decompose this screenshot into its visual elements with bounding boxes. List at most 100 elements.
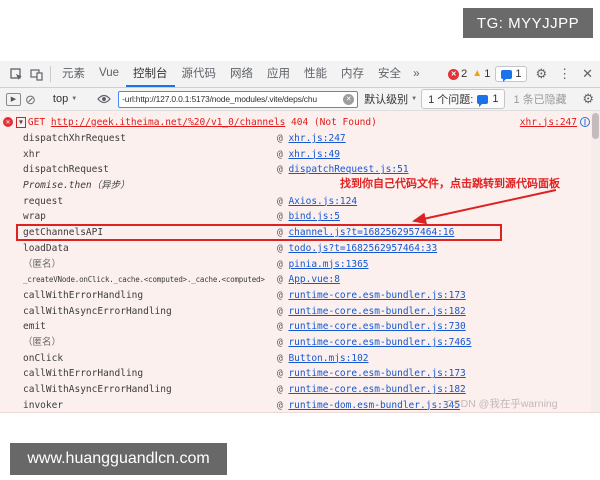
bottom-watermark-banner: www.huangguandlcn.com [10, 443, 227, 475]
console-output: ✕ ▼ GET http://geek.itheima.net/%20/v1_0… [0, 111, 600, 413]
more-tabs-button[interactable]: » [408, 61, 425, 87]
stack-frame: （匿名） @ runtime-core.esm-bundler.js:7465 [0, 335, 600, 351]
stack-function-name: dispatchXhrRequest [23, 133, 126, 144]
console-error-message: ✕ ▼ GET http://geek.itheima.net/%20/v1_0… [0, 113, 600, 131]
chevron-down-icon: ▼ [71, 96, 78, 102]
issues-counter[interactable]: 1 个问题: 1 [421, 89, 506, 109]
execution-context-selector[interactable]: top ▼ [53, 93, 77, 105]
tab-network[interactable]: 网络 [223, 61, 260, 87]
chevron-down-icon: ▼ [411, 96, 418, 102]
issues-badge[interactable]: 1 [495, 66, 528, 82]
devtools-tabs: 元素 Vue 控制台 源代码 网络 应用 性能 内存 安全 [55, 61, 408, 87]
error-text: GET http://geek.itheima.net/%20/v1_0/cha… [28, 117, 377, 128]
stack-location: @ runtime-core.esm-bundler.js:7465 [277, 336, 472, 348]
stack-trace: dispatchXhrRequest @ xhr.js:247 xhr @ xhr.j… [0, 131, 600, 412]
error-icon: ✕ [3, 117, 13, 127]
three-dots-menu-icon[interactable]: ⋮ [555, 66, 574, 82]
http-status: 404 (Not Found) [285, 116, 377, 128]
stack-location-link[interactable]: runtime-core.esm-bundler.js:730 [288, 321, 465, 332]
message-bubble-icon [501, 69, 513, 82]
stack-location-link[interactable]: runtime-core.esm-bundler.js:173 [288, 368, 465, 379]
stack-location: @ runtime-core.esm-bundler.js:173 [277, 289, 466, 301]
stack-frame: callWithErrorHandling @ runtime-core.esm-… [0, 288, 600, 304]
tab-security[interactable]: 安全 [371, 61, 408, 87]
stack-location-link[interactable]: runtime-core.esm-bundler.js:173 [288, 290, 465, 301]
console-sidebar-toggle-icon[interactable]: ▶ [6, 92, 21, 106]
request-url-link[interactable]: http://geek.itheima.net/%20/v1_0/channel… [51, 117, 286, 128]
stack-location-link[interactable]: Axios.js:124 [288, 196, 357, 207]
tab-memory[interactable]: 内存 [334, 61, 371, 87]
message-count: 1 [515, 68, 522, 80]
stack-location: @ App.vue:8 [277, 274, 340, 286]
stack-function-name: wrap [23, 211, 46, 223]
stack-location: @ xhr.js:49 [277, 148, 340, 160]
stack-location-link[interactable]: dispatchRequest.js:51 [288, 164, 408, 175]
scrollbar-track[interactable] [591, 111, 600, 412]
stack-location: @ runtime-core.esm-bundler.js:730 [277, 321, 466, 333]
stack-function-name: callWithAsyncErrorHandling [23, 305, 172, 317]
tab-performance[interactable]: 性能 [297, 61, 334, 87]
stack-location: @ channel.js?t=1682562957464:16 [277, 227, 455, 239]
stack-location: @ Axios.js:124 [277, 195, 358, 207]
stack-location-link[interactable]: bind.js:5 [288, 211, 339, 222]
stack-function-name: callWithAsyncErrorHandling [23, 384, 172, 395]
stack-location-link[interactable]: xhr.js:247 [288, 133, 345, 144]
stack-function-name: getChannelsAPI [23, 227, 104, 239]
scrollbar-thumb[interactable] [592, 113, 599, 139]
stack-location: @ xhr.js:247 [277, 133, 346, 144]
tab-console[interactable]: 控制台 [126, 61, 175, 87]
stack-location-link[interactable]: App.vue:8 [288, 274, 339, 285]
tab-application[interactable]: 应用 [260, 61, 297, 87]
stack-frame: dispatchRequest @ dispatchRequest.js:51 [0, 162, 600, 178]
stack-function-name: _createVNode.onClick._cache.<computed>._… [23, 275, 265, 285]
stack-location-link[interactable]: runtime-dom.esm-bundler.js:345 [288, 400, 460, 411]
warning-icon: ▲ [472, 68, 483, 79]
stack-location-link[interactable]: runtime-core.esm-bundler.js:182 [288, 384, 465, 395]
stack-function-name: request [23, 195, 64, 207]
stack-location: @ todo.js?t=1682562957464:33 [277, 242, 438, 254]
console-filter-input[interactable] [122, 94, 342, 104]
stack-location: @ dispatchRequest.js:51 [277, 164, 409, 176]
settings-gear-icon[interactable]: ⚙ [532, 66, 550, 82]
stack-function-name: （匿名） [23, 336, 62, 348]
stack-frame: emit @ runtime-core.esm-bundler.js:730 [0, 319, 600, 335]
stack-function-name: dispatchRequest [23, 164, 109, 176]
clear-filter-icon[interactable]: ✕ [343, 93, 355, 105]
initiator-icon[interactable]: ‖ [580, 117, 590, 127]
stack-frame: dispatchXhrRequest @ xhr.js:247 [0, 131, 600, 147]
top-watermark-banner: TG: MYYJJPP [463, 8, 593, 38]
stack-location-link[interactable]: runtime-core.esm-bundler.js:182 [288, 306, 465, 317]
tab-sources[interactable]: 源代码 [175, 61, 224, 87]
stack-location: @ runtime-core.esm-bundler.js:182 [277, 305, 466, 317]
stack-frame: Promise.then（异步） [0, 178, 600, 194]
stack-frame: request @ Axios.js:124 [0, 194, 600, 210]
stack-frame: （匿名） @ pinia.mjs:1365 [0, 257, 600, 273]
clear-console-icon[interactable]: ⊘ [25, 93, 36, 106]
message-bubble-icon [477, 94, 489, 107]
stack-location: @ runtime-core.esm-bundler.js:182 [277, 384, 466, 395]
error-count-badge[interactable]: ✕ 2 [448, 68, 467, 80]
stack-location-link[interactable]: todo.js?t=1682562957464:33 [288, 243, 437, 254]
stack-location-link[interactable]: pinia.mjs:1365 [288, 259, 368, 270]
stack-location-link[interactable]: xhr.js:49 [288, 149, 339, 160]
warning-count: 1 [484, 68, 491, 80]
stack-location-link[interactable]: channel.js?t=1682562957464:16 [288, 227, 454, 238]
levels-label: 默认级别 [364, 94, 409, 106]
live-expression-eye-icon[interactable] [94, 94, 114, 104]
log-levels-dropdown[interactable]: 默认级别 ▼ [364, 91, 417, 107]
warning-count-badge[interactable]: ▲ 1 [472, 68, 490, 80]
close-devtools-icon[interactable]: ✕ [579, 66, 596, 82]
stack-function-name: （匿名） [23, 258, 62, 270]
tab-vue[interactable]: Vue [92, 61, 126, 87]
stack-location-link[interactable]: Button.mjs:102 [288, 353, 368, 364]
divider [50, 66, 51, 82]
console-settings-gear-icon[interactable]: ⚙ [582, 91, 594, 107]
stack-function-name: emit [23, 321, 46, 333]
stack-function-name: invoker [23, 399, 64, 411]
expand-triangle-icon[interactable]: ▼ [16, 116, 26, 128]
stack-location-link[interactable]: runtime-core.esm-bundler.js:7465 [288, 337, 471, 348]
inspect-element-icon[interactable] [6, 61, 26, 87]
device-toolbar-icon[interactable] [26, 61, 46, 87]
tab-elements[interactable]: 元素 [55, 61, 92, 87]
error-source-link[interactable]: xhr.js:247 [520, 117, 577, 128]
